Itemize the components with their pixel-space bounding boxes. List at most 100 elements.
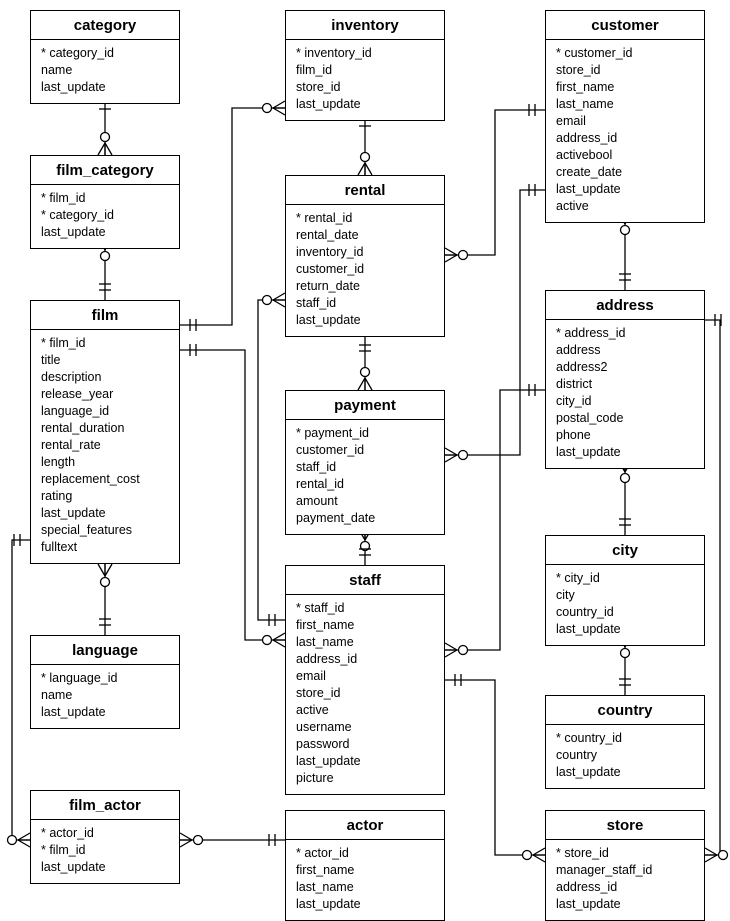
field-list: * film_id* category_idlast_update xyxy=(31,185,179,248)
field: address_id xyxy=(296,651,438,668)
field: postal_code xyxy=(556,410,698,427)
field: rental_duration xyxy=(41,420,173,437)
field: * film_id xyxy=(41,190,173,207)
entity-film_actor: film_actor* actor_id* film_idlast_update xyxy=(30,790,180,884)
field: store_id xyxy=(556,62,698,79)
field: length xyxy=(41,454,173,471)
field: release_year xyxy=(41,386,173,403)
field: * language_id xyxy=(41,670,173,687)
field: * actor_id xyxy=(296,845,438,862)
entity-customer: customer* customer_idstore_idfirst_namel… xyxy=(545,10,705,223)
field: * rental_id xyxy=(296,210,438,227)
entity-title: country xyxy=(546,696,704,725)
entity-rental: rental* rental_idrental_dateinventory_id… xyxy=(285,175,445,337)
field-list: * staff_idfirst_namelast_nameaddress_ide… xyxy=(286,595,444,794)
field: address xyxy=(556,342,698,359)
field: first_name xyxy=(556,79,698,96)
field: rental_id xyxy=(296,476,438,493)
field: fulltext xyxy=(41,539,173,556)
field: district xyxy=(556,376,698,393)
field: create_date xyxy=(556,164,698,181)
field: active xyxy=(556,198,698,215)
field: staff_id xyxy=(296,459,438,476)
field: * film_id xyxy=(41,335,173,352)
entity-title: category xyxy=(31,11,179,40)
entity-title: film xyxy=(31,301,179,330)
field: film_id xyxy=(296,62,438,79)
entity-address: address* address_idaddressaddress2distri… xyxy=(545,290,705,469)
field: * country_id xyxy=(556,730,698,747)
field: return_date xyxy=(296,278,438,295)
field: * category_id xyxy=(41,45,173,62)
field: * city_id xyxy=(556,570,698,587)
field: amount xyxy=(296,493,438,510)
entity-film: film* film_idtitledescriptionrelease_yea… xyxy=(30,300,180,564)
field-list: * inventory_idfilm_idstore_idlast_update xyxy=(286,40,444,120)
field: last_name xyxy=(296,879,438,896)
field: rating xyxy=(41,488,173,505)
entity-title: actor xyxy=(286,811,444,840)
entity-staff: staff* staff_idfirst_namelast_nameaddres… xyxy=(285,565,445,795)
field-list: * address_idaddressaddress2districtcity_… xyxy=(546,320,704,468)
field: store_id xyxy=(296,79,438,96)
field: * category_id xyxy=(41,207,173,224)
entity-store: store* store_idmanager_staff_idaddress_i… xyxy=(545,810,705,921)
entity-title: payment xyxy=(286,391,444,420)
entity-city: city* city_idcitycountry_idlast_update xyxy=(545,535,705,646)
field: country_id xyxy=(556,604,698,621)
field: * actor_id xyxy=(41,825,173,842)
field: first_name xyxy=(296,617,438,634)
field: replacement_cost xyxy=(41,471,173,488)
field: * inventory_id xyxy=(296,45,438,62)
entity-title: film_actor xyxy=(31,791,179,820)
field: * store_id xyxy=(556,845,698,862)
field: address_id xyxy=(556,130,698,147)
field: last_update xyxy=(556,444,698,461)
entity-film_category: film_category* film_id* category_idlast_… xyxy=(30,155,180,249)
field: password xyxy=(296,736,438,753)
field-list: * payment_idcustomer_idstaff_idrental_id… xyxy=(286,420,444,534)
field: address_id xyxy=(556,879,698,896)
field: last_update xyxy=(296,753,438,770)
field: country xyxy=(556,747,698,764)
entity-title: staff xyxy=(286,566,444,595)
entity-actor: actor* actor_idfirst_namelast_namelast_u… xyxy=(285,810,445,921)
field: inventory_id xyxy=(296,244,438,261)
field: first_name xyxy=(296,862,438,879)
entity-title: store xyxy=(546,811,704,840)
entity-payment: payment* payment_idcustomer_idstaff_idre… xyxy=(285,390,445,535)
field: * address_id xyxy=(556,325,698,342)
field: username xyxy=(296,719,438,736)
field: * film_id xyxy=(41,842,173,859)
field: special_features xyxy=(41,522,173,539)
field: last_name xyxy=(296,634,438,651)
entity-title: city xyxy=(546,536,704,565)
field: name xyxy=(41,687,173,704)
field: city xyxy=(556,587,698,604)
entity-language: language * language_idnamelast_update xyxy=(30,635,180,729)
field: customer_id xyxy=(296,442,438,459)
field: last_update xyxy=(41,505,173,522)
field-list: * actor_idfirst_namelast_namelast_update xyxy=(286,840,444,920)
field: phone xyxy=(556,427,698,444)
field: * staff_id xyxy=(296,600,438,617)
field-list: * rental_idrental_dateinventory_idcustom… xyxy=(286,205,444,336)
field: rental_date xyxy=(296,227,438,244)
field: last_update xyxy=(556,621,698,638)
entity-title: inventory xyxy=(286,11,444,40)
field: language_id xyxy=(41,403,173,420)
entity-title: customer xyxy=(546,11,704,40)
field: last_update xyxy=(556,896,698,913)
field-list: * store_idmanager_staff_idaddress_idlast… xyxy=(546,840,704,920)
field: customer_id xyxy=(296,261,438,278)
entity-title: address xyxy=(546,291,704,320)
field: last_update xyxy=(41,704,173,721)
entity-category: category* category_idnamelast_update xyxy=(30,10,180,104)
entity-title: language xyxy=(31,636,179,665)
field: last_update xyxy=(41,79,173,96)
field: address2 xyxy=(556,359,698,376)
field: last_update xyxy=(556,181,698,198)
field-list: * customer_idstore_idfirst_namelast_name… xyxy=(546,40,704,222)
entity-country: country* country_idcountrylast_update xyxy=(545,695,705,789)
field: last_update xyxy=(556,764,698,781)
